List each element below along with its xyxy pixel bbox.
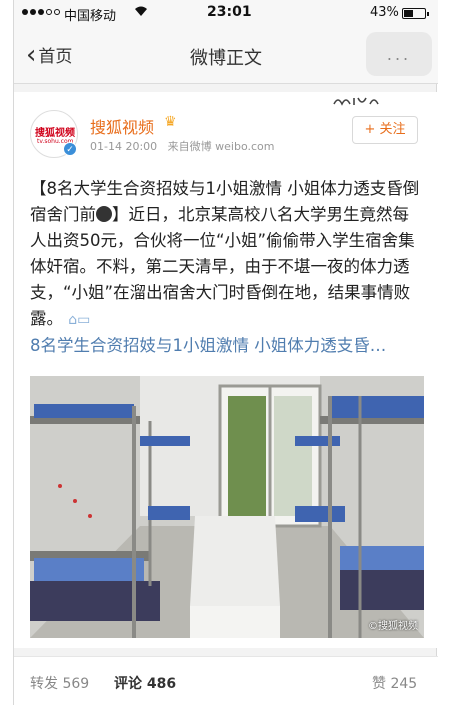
device-frame: 中国移动 23:01 43% ‹ 首页 微博正文 ... 搜狐视频 tv.soh… xyxy=(13,0,438,705)
wifi-icon xyxy=(134,5,148,20)
navigation-bar: ‹ 首页 微博正文 ... xyxy=(14,26,438,84)
image-watermark: ©搜狐视频 xyxy=(368,621,418,632)
vip-crown-icon: ♛ xyxy=(164,114,177,130)
battery-percent: 43% xyxy=(370,5,399,20)
watermark-logo xyxy=(332,94,384,111)
verified-badge-icon: ✓ xyxy=(63,142,77,156)
like-button[interactable]: 赞 245 xyxy=(372,673,417,693)
more-options-button[interactable]: ... xyxy=(366,32,432,76)
repost-label: 转发 xyxy=(30,676,58,692)
post-card: 搜狐视频 tv.sohu.com ✓ 搜狐视频 ♛ 01-14 20:00 来自… xyxy=(14,92,438,648)
post-image[interactable]: ©搜狐视频 xyxy=(30,376,424,638)
video-link[interactable]: 8名学生合资招妓与1小姐激情 小姐体力透支昏… xyxy=(30,336,386,355)
like-label: 赞 xyxy=(372,676,386,692)
post-text: 【8名大学生合资招妓与1小姐激情 小姐体力透支昏倒宿舍门前 】近日，北京某高校八名… xyxy=(30,176,424,359)
author-name[interactable]: 搜狐视频 xyxy=(90,114,154,138)
repost-count: 569 xyxy=(62,676,90,692)
like-count: 245 xyxy=(390,676,418,692)
post-source: 来自微博 weibo.com xyxy=(167,140,275,153)
follow-button[interactable]: + 关注 xyxy=(352,116,418,144)
post-meta: 01-14 20:00 来自微博 weibo.com xyxy=(90,138,275,154)
emoji-icon xyxy=(96,206,112,222)
battery-icon xyxy=(402,8,429,19)
comment-button[interactable]: 评论 486 xyxy=(114,673,176,693)
signal-strength-icon xyxy=(22,9,60,15)
status-bar: 中国移动 23:01 43% xyxy=(14,0,438,26)
carrier-name: 中国移动 xyxy=(64,9,117,24)
clock: 23:01 xyxy=(207,4,252,20)
comment-count: 486 xyxy=(146,676,177,692)
repost-button[interactable]: 转发 569 xyxy=(30,673,89,693)
video-link-icon: ⌂▭ xyxy=(68,312,91,328)
avatar-logo-text: 搜狐视频 xyxy=(35,128,75,139)
action-bar: 转发 569 评论 486 赞 245 xyxy=(14,656,438,705)
post-timestamp: 01-14 20:00 xyxy=(90,140,158,153)
comment-label: 评论 xyxy=(114,676,142,692)
